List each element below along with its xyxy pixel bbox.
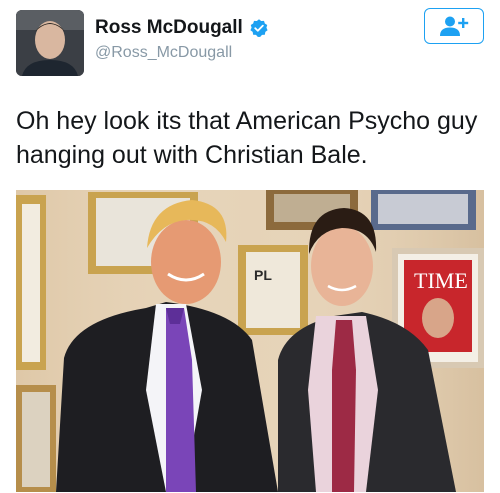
tweet-photo[interactable]: PL TIME (16, 190, 484, 492)
poster-letters: PL (254, 267, 272, 283)
user-handle[interactable]: @Ross_McDougall (95, 44, 232, 62)
follow-button[interactable] (424, 8, 484, 44)
tweet-text: Oh hey look its that American Psycho guy… (16, 107, 478, 169)
add-user-icon (440, 16, 469, 36)
avatar[interactable] (16, 10, 84, 76)
avatar-photo (16, 10, 84, 76)
user-display-name-row: Ross McDougall (95, 17, 269, 39)
magazine-title: TIME (414, 268, 468, 293)
verified-badge-icon (250, 19, 268, 37)
tweet-photo-image: PL TIME (16, 190, 484, 492)
display-name[interactable]: Ross McDougall (95, 17, 243, 39)
